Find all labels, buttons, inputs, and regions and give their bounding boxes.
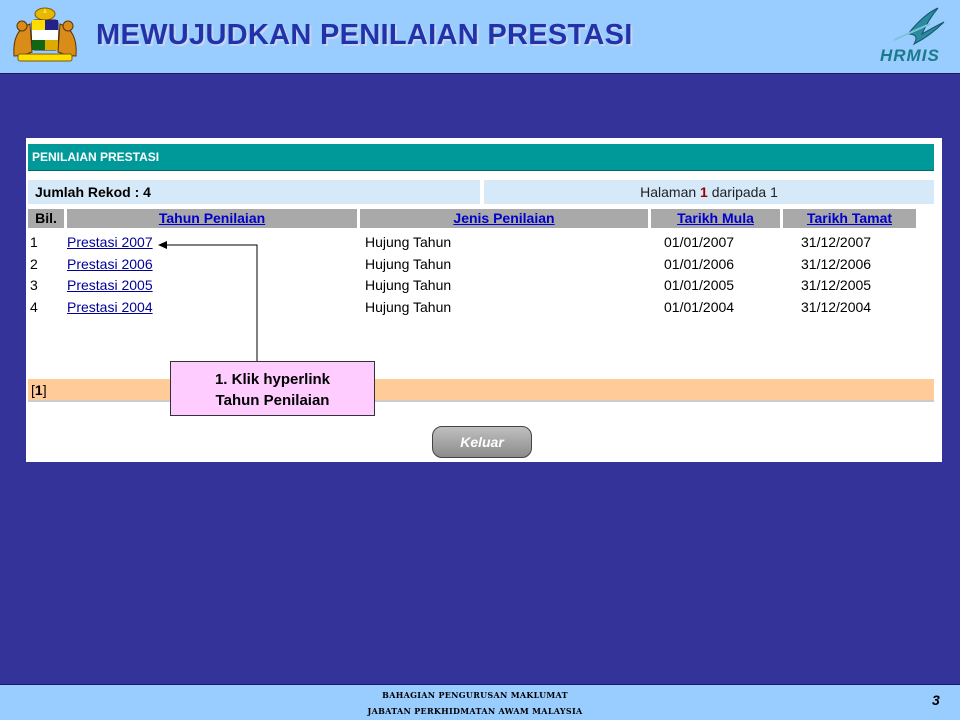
- tahun-penilaian-link[interactable]: Prestasi 2004: [67, 299, 153, 315]
- tahun-penilaian-link[interactable]: Prestasi 2007: [67, 234, 153, 250]
- footer-department: BAHAGIAN PENGURUSAN MAKLUMAT: [382, 690, 568, 700]
- tarikh-mula: 01/01/2004: [664, 299, 735, 315]
- jenis-penilaian: Hujung Tahun: [365, 299, 452, 315]
- jenis-penilaian: Hujung Tahun: [365, 234, 452, 250]
- slide-header: MEWUJUDKAN PENILAIAN PRESTASI HRMIS: [0, 0, 960, 74]
- sort-tahun-link[interactable]: Tahun Penilaian: [159, 210, 265, 226]
- table-row: 1 Prestasi 2007 Hujung Tahun 01/01/2007 …: [26, 232, 942, 254]
- column-header-tahun: Tahun Penilaian: [67, 209, 357, 228]
- tahun-penilaian-link[interactable]: Prestasi 2005: [67, 277, 153, 293]
- tarikh-mula: 01/01/2007: [664, 234, 735, 250]
- instruction-callout: 1. Klik hyperlink Tahun Penilaian: [170, 361, 375, 416]
- table-row: 4 Prestasi 2004 Hujung Tahun 01/01/2004 …: [26, 297, 942, 319]
- pager-page-link[interactable]: 1: [35, 382, 43, 398]
- page-current: 1: [700, 184, 708, 200]
- pagination-bar: [1]: [28, 379, 934, 402]
- column-header-mula: Tarikh Mula: [651, 209, 780, 228]
- hrmis-logo-text: HRMIS: [880, 46, 940, 65]
- keluar-button[interactable]: Keluar: [432, 426, 532, 458]
- tahun-penilaian-link[interactable]: Prestasi 2006: [67, 256, 153, 272]
- sort-tamat-link[interactable]: Tarikh Tamat: [807, 210, 892, 226]
- sort-mula-link[interactable]: Tarikh Mula: [677, 210, 754, 226]
- page-indicator: Halaman 1 daripada 1: [484, 180, 934, 204]
- callout-line-2: Tahun Penilaian: [215, 392, 330, 409]
- page-prefix: Halaman: [640, 184, 697, 200]
- tarikh-tamat: 31/12/2005: [801, 277, 872, 293]
- slide-page-number: 3: [932, 692, 940, 708]
- slide-footer: BAHAGIAN PENGURUSAN MAKLUMAT JABATAN PER…: [0, 684, 960, 720]
- callout-line-1: 1. Klik hyperlink: [214, 371, 331, 388]
- column-header-bil: Bil.: [28, 209, 64, 228]
- tarikh-tamat: 31/12/2006: [801, 256, 872, 272]
- table-row: 3 Prestasi 2005 Hujung Tahun 01/01/2005 …: [26, 275, 942, 297]
- tarikh-tamat: 31/12/2007: [801, 234, 872, 250]
- record-count: Jumlah Rekod : 4: [28, 180, 480, 204]
- penilaian-panel: PENILAIAN PRESTASI Jumlah Rekod : 4 Hala…: [26, 138, 942, 462]
- page-suffix: daripada 1: [711, 184, 778, 200]
- panel-title: PENILAIAN PRESTASI: [28, 144, 934, 171]
- row-number: 4: [30, 299, 38, 315]
- row-number: 2: [30, 256, 38, 272]
- column-header-jenis: Jenis Penilaian: [360, 209, 648, 228]
- table-row: 2 Prestasi 2006 Hujung Tahun 01/01/2006 …: [26, 254, 942, 276]
- row-number: 3: [30, 277, 38, 293]
- jenis-penilaian: Hujung Tahun: [365, 277, 452, 293]
- malaysia-coat-of-arms-icon: [13, 7, 77, 62]
- jenis-penilaian: Hujung Tahun: [365, 256, 452, 272]
- column-header-tamat: Tarikh Tamat: [783, 209, 916, 228]
- tarikh-mula: 01/01/2005: [664, 277, 735, 293]
- page-title: MEWUJUDKAN PENILAIAN PRESTASI: [96, 19, 633, 51]
- tarikh-mula: 01/01/2006: [664, 256, 735, 272]
- sort-jenis-link[interactable]: Jenis Penilaian: [453, 210, 554, 226]
- row-number: 1: [30, 234, 38, 250]
- footer-agency: JABATAN PERKHIDMATAN AWAM MALAYSIA: [367, 706, 583, 716]
- tarikh-tamat: 31/12/2004: [801, 299, 872, 315]
